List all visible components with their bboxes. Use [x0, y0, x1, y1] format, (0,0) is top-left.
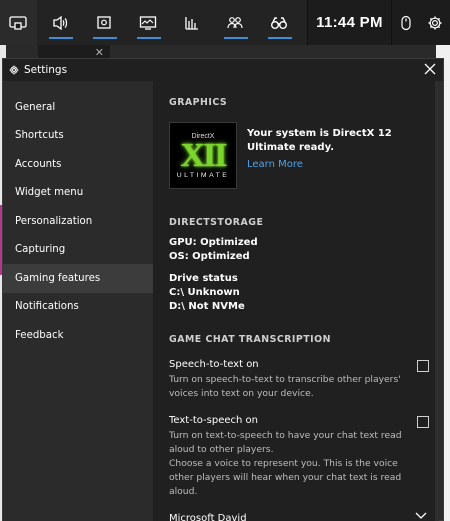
- speech-to-text-option: Speech-to-text on Turn on speech-to-text…: [169, 359, 439, 401]
- graphics-heading: GRAPHICS: [169, 97, 228, 108]
- os-status: OS: Optimized: [169, 251, 250, 262]
- drive-c-status: C:\ Unknown: [169, 287, 240, 298]
- directstorage-heading: DIRECTSTORAGE: [169, 217, 264, 228]
- settings-nav: General Shortcuts Accounts Widget menu P…: [3, 81, 153, 521]
- gear-icon: [9, 65, 19, 75]
- widget-menu-button[interactable]: [0, 0, 37, 45]
- widget-toolbar: [37, 0, 308, 45]
- active-indicator: [49, 37, 74, 39]
- xbox-social-icon: [227, 16, 243, 28]
- text-to-speech-description: Turn on text-to-speech to have your chat…: [169, 430, 402, 455]
- directx-status-row: DirectX XII ULTIMATE Your system is Dire…: [169, 122, 439, 189]
- active-indicator: [224, 37, 249, 39]
- resources-icon: [184, 16, 198, 30]
- speech-to-text-label: Speech-to-text on: [169, 359, 259, 370]
- gpu-status: GPU: Optimized: [169, 237, 258, 248]
- directx-logo: DirectX XII ULTIMATE: [169, 122, 237, 189]
- speech-to-text-checkbox[interactable]: [417, 360, 429, 372]
- capture-icon: [97, 15, 111, 29]
- audio-icon: [52, 15, 67, 30]
- nav-item-personalization[interactable]: Personalization: [3, 207, 153, 236]
- nav-item-notifications[interactable]: Notifications: [3, 293, 153, 322]
- capture-widget-button[interactable]: [89, 0, 119, 45]
- voice-description: Choose a voice to represent you. This is…: [169, 458, 402, 497]
- nav-item-gaming-features[interactable]: Gaming features: [3, 264, 153, 293]
- audio-widget-button[interactable]: [45, 0, 75, 45]
- nav-item-accounts[interactable]: Accounts: [3, 150, 153, 179]
- logo-version-text: XII: [180, 136, 227, 174]
- settings-window: Settings General Shortcuts Accounts Widg…: [2, 58, 444, 521]
- mouse-icon: [401, 15, 411, 30]
- settings-button[interactable]: [421, 0, 450, 45]
- nav-item-general[interactable]: General: [3, 93, 153, 122]
- performance-icon: [139, 15, 157, 30]
- chevron-down-icon: [415, 512, 427, 519]
- xbox-social-widget-button[interactable]: [220, 0, 250, 45]
- looking-for-group-icon: [270, 16, 287, 29]
- voice-selected-value: Microsoft David: [169, 513, 247, 521]
- chat-transcription-heading: GAME CHAT TRANSCRIPTION: [169, 334, 331, 345]
- nav-item-feedback[interactable]: Feedback: [3, 321, 153, 350]
- settings-content: GRAPHICS DirectX XII ULTIMATE Your syste…: [153, 81, 439, 521]
- text-to-speech-option: Text-to-speech on Turn on text-to-speech…: [169, 415, 439, 499]
- learn-more-link[interactable]: Learn More: [247, 159, 432, 170]
- nav-item-widget-menu[interactable]: Widget menu: [3, 179, 153, 208]
- mouse-settings-button[interactable]: [392, 0, 421, 45]
- active-indicator: [136, 37, 161, 39]
- window-title: Settings: [24, 64, 68, 76]
- active-indicator: [267, 37, 292, 39]
- xbox-game-bar: 11:44 PM: [0, 0, 450, 45]
- performance-widget-button[interactable]: [133, 0, 163, 45]
- widget-menu-icon: [9, 15, 27, 30]
- text-to-speech-label: Text-to-speech on: [169, 415, 258, 426]
- voice-dropdown[interactable]: Microsoft David: [169, 512, 439, 521]
- nav-item-capturing[interactable]: Capturing: [3, 236, 153, 265]
- speech-to-text-description: Turn on speech-to-text to transcribe oth…: [169, 374, 401, 399]
- nav-item-shortcuts[interactable]: Shortcuts: [3, 122, 153, 151]
- drive-d-status: D:\ Not NVMe: [169, 301, 245, 312]
- resources-widget-button[interactable]: [176, 0, 206, 45]
- scrollbar[interactable]: [435, 81, 439, 521]
- text-to-speech-checkbox[interactable]: [417, 416, 429, 428]
- logo-ultimate-text: ULTIMATE: [176, 171, 230, 179]
- clock: 11:44 PM: [316, 14, 383, 31]
- directx-status: Your system is DirectX 12 Ultimate ready…: [247, 128, 392, 153]
- active-indicator: [93, 37, 118, 39]
- directx-status-text: Your system is DirectX 12 Ultimate ready…: [247, 127, 432, 189]
- title-bar: Settings: [3, 59, 443, 81]
- looking-for-group-widget-button[interactable]: [264, 0, 294, 45]
- widget-panel-header: ✕: [38, 45, 110, 59]
- close-icon[interactable]: [423, 62, 437, 76]
- drive-status-title: Drive status: [169, 273, 238, 284]
- gear-icon: [428, 16, 442, 29]
